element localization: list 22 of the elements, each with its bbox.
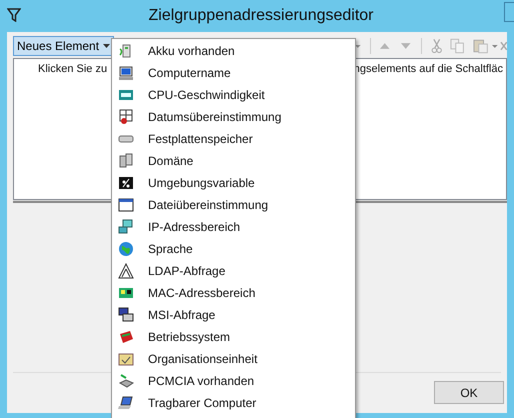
hint-text: ngselements auf die Schaltfläc <box>354 62 503 77</box>
menu-item[interactable]: IP-Adressbereich <box>148 218 240 236</box>
menu-item[interactable]: MAC-Adressbereich <box>148 284 256 302</box>
menu-item[interactable]: Festplattenspeicher <box>148 130 253 148</box>
menu-item[interactable]: Betriebssystem <box>148 328 230 346</box>
menu-item[interactable]: CPU-Geschwindigkeit <box>148 86 265 104</box>
menu-item[interactable]: Sprache <box>148 240 193 258</box>
ok-button[interactable]: OK <box>434 381 504 404</box>
menu-item[interactable]: MSI-Abfrage <box>148 306 216 324</box>
menu-item[interactable]: LDAP-Abfrage <box>148 262 226 280</box>
menu-item[interactable]: Organisationseinheit <box>148 350 258 368</box>
menu-item[interactable]: Umgebungsvariable <box>148 174 255 192</box>
window-title: Zielgruppenadressierungseditor <box>147 6 374 26</box>
menu-item[interactable]: Dateiübereinstimmung <box>148 196 268 214</box>
menu-item[interactable]: Akku vorhanden <box>148 42 235 60</box>
menu-item[interactable]: Domäne <box>148 152 194 170</box>
menu-item[interactable]: Computername <box>148 64 231 82</box>
menu-item[interactable]: Tragbarer Computer <box>148 394 256 412</box>
new-item-button[interactable]: Neues Element <box>13 36 114 56</box>
menu-item[interactable]: PCMCIA vorhanden <box>148 372 254 390</box>
menu-item[interactable]: Datumsübereinstimmung <box>148 108 282 126</box>
hint-text: Klicken Sie zu <box>38 62 108 77</box>
